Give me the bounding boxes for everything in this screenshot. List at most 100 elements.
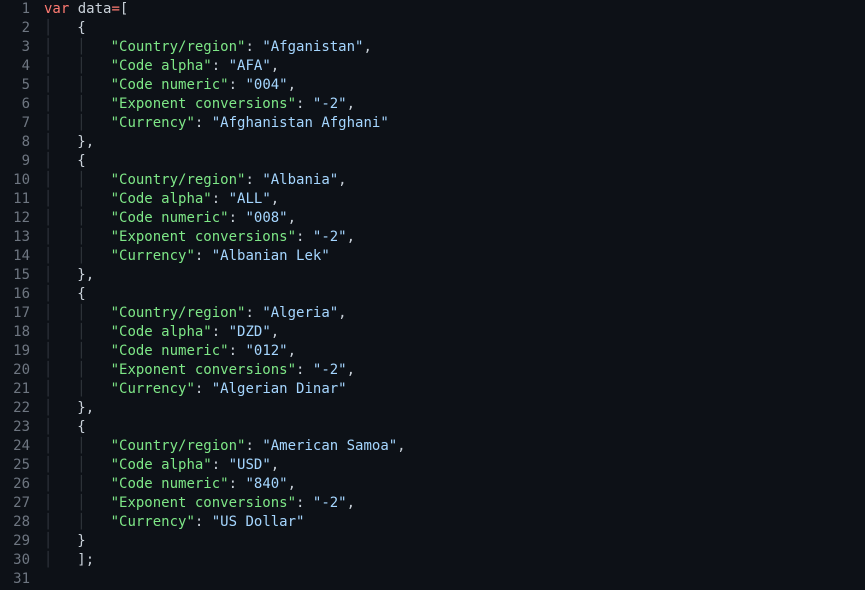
json-string: "008" [245,209,287,228]
code-line[interactable]: │ { [44,152,406,171]
colon: : [296,494,313,513]
code-line[interactable]: │ }, [44,266,406,285]
colon: : [195,247,212,266]
code-line[interactable]: │ │ "Code alpha": "USD", [44,456,406,475]
json-string: "-2" [313,228,347,247]
colon: : [296,228,313,247]
line-number: 9 [6,152,30,171]
line-number: 22 [6,399,30,418]
colon: : [245,304,262,323]
line-number: 30 [6,551,30,570]
json-key: "Currency" [111,247,195,266]
brace-open: { [77,152,85,171]
code-line[interactable]: │ │ "Currency": "US Dollar" [44,513,406,532]
code-line[interactable]: │ ]; [44,551,406,570]
colon: : [296,361,313,380]
code-line[interactable]: var data=[ [44,0,406,19]
code-line[interactable]: │ { [44,418,406,437]
line-number: 26 [6,475,30,494]
code-line[interactable]: │ │ "Code numeric": "008", [44,209,406,228]
comma: , [347,228,355,247]
colon: : [229,342,246,361]
json-key: "Currency" [111,513,195,532]
comma: , [397,437,405,456]
code-line[interactable]: │ │ "Exponent conversions": "-2", [44,95,406,114]
code-editor[interactable]: 1 2 3 4 5 6 7 8 9 10 11 12 13 14 15 16 1… [0,0,865,590]
comma: , [288,475,296,494]
keyword-var: var [44,0,69,19]
line-number: 27 [6,494,30,513]
line-number: 2 [6,19,30,38]
line-number: 14 [6,247,30,266]
code-line[interactable]: │ { [44,285,406,304]
semicolon: ; [86,551,94,570]
line-number: 5 [6,76,30,95]
colon: : [245,38,262,57]
code-area[interactable]: var data=[│ {│ │ "Country/region": "Afga… [42,0,408,590]
json-string: "840" [245,475,287,494]
brace-open: { [77,19,85,38]
code-line[interactable]: │ │ "Country/region": "American Samoa", [44,437,406,456]
json-key: "Country/region" [111,38,246,57]
code-line[interactable]: │ │ "Code numeric": "004", [44,76,406,95]
brace-close: } [77,266,85,285]
comma: , [347,95,355,114]
brace-open: { [77,285,85,304]
json-string: "-2" [313,494,347,513]
json-key: "Code numeric" [111,475,229,494]
code-line[interactable]: │ │ "Country/region": "Afganistan", [44,38,406,57]
comma: , [271,57,279,76]
json-key: "Exponent conversions" [111,95,296,114]
comma: , [347,361,355,380]
comma: , [86,399,94,418]
code-line[interactable]: │ │ "Code alpha": "AFA", [44,57,406,76]
code-line[interactable]: │ │ "Currency": "Algerian Dinar" [44,380,406,399]
json-string: "-2" [313,95,347,114]
json-key: "Code numeric" [111,76,229,95]
code-line[interactable]: │ } [44,532,406,551]
line-number: 11 [6,190,30,209]
colon: : [212,57,229,76]
line-number: 13 [6,228,30,247]
json-string: "Albania" [262,171,338,190]
code-line[interactable]: │ │ "Country/region": "Algeria", [44,304,406,323]
code-line[interactable]: │ }, [44,399,406,418]
json-string: "Algeria" [262,304,338,323]
code-line[interactable]: │ │ "Country/region": "Albania", [44,171,406,190]
code-line[interactable]: │ │ "Exponent conversions": "-2", [44,494,406,513]
code-line[interactable]: │ │ "Exponent conversions": "-2", [44,361,406,380]
comma: , [86,266,94,285]
code-line[interactable]: │ │ "Code numeric": "840", [44,475,406,494]
code-line[interactable]: │ { [44,19,406,38]
json-key: "Code alpha" [111,323,212,342]
code-line[interactable]: │ │ "Currency": "Albanian Lek" [44,247,406,266]
json-key: "Code alpha" [111,190,212,209]
colon: : [229,76,246,95]
comma: , [338,304,346,323]
comma: , [271,190,279,209]
colon: : [212,323,229,342]
code-line[interactable] [44,570,406,589]
json-key: "Code alpha" [111,57,212,76]
code-line[interactable]: │ │ "Exponent conversions": "-2", [44,228,406,247]
code-line[interactable]: │ │ "Currency": "Afghanistan Afghani" [44,114,406,133]
line-number: 4 [6,57,30,76]
comma: , [338,171,346,190]
code-line[interactable]: │ │ "Code numeric": "012", [44,342,406,361]
brace-close: } [77,399,85,418]
json-string: "Afghanistan Afghani" [212,114,389,133]
brace-open: { [77,418,85,437]
json-key: "Country/region" [111,437,246,456]
code-line[interactable]: │ }, [44,133,406,152]
line-number: 10 [6,171,30,190]
line-number: 23 [6,418,30,437]
code-line[interactable]: │ │ "Code alpha": "DZD", [44,323,406,342]
json-key: "Exponent conversions" [111,494,296,513]
colon: : [212,190,229,209]
line-number: 24 [6,437,30,456]
bracket-close: ] [77,551,85,570]
line-number: 15 [6,266,30,285]
line-number: 19 [6,342,30,361]
code-line[interactable]: │ │ "Code alpha": "ALL", [44,190,406,209]
json-key: "Exponent conversions" [111,361,296,380]
